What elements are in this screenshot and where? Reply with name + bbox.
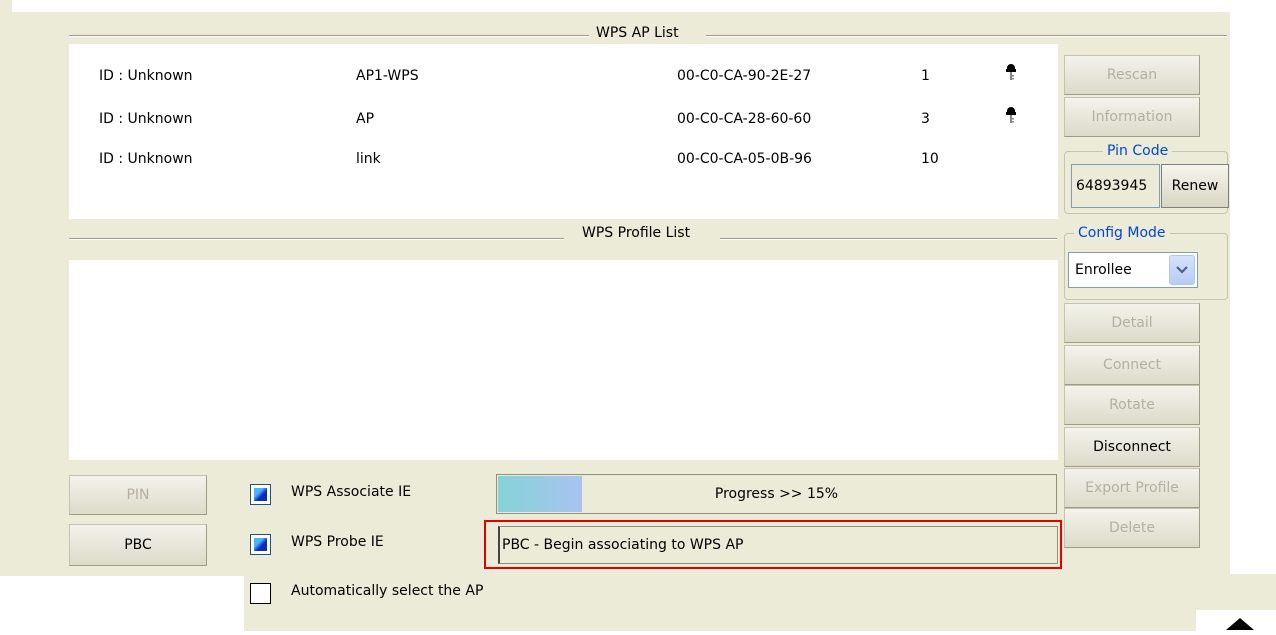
ap-ssid: link <box>356 151 381 167</box>
disconnect-button[interactable]: Disconnect <box>1064 427 1200 467</box>
pin-code-field[interactable]: 64893945 <box>1071 164 1160 208</box>
ap-id: ID : Unknown <box>99 68 193 84</box>
ap-channel: 1 <box>921 68 930 84</box>
wps-associate-ie-label: WPS Associate IE <box>291 484 412 500</box>
status-highlight: PBC - Begin associating to WPS AP <box>484 520 1062 569</box>
auto-select-ap-checkbox[interactable] <box>250 583 271 604</box>
wps-probe-ie-checkbox[interactable] <box>250 534 271 555</box>
ap-id: ID : Unknown <box>99 111 193 127</box>
auto-select-ap-label: Automatically select the AP <box>291 583 484 599</box>
detail-button[interactable]: Detail <box>1064 303 1200 343</box>
ap-row[interactable]: ID : Unknown AP 00-C0-CA-28-60-60 3 <box>69 107 1058 129</box>
chevron-down-icon[interactable] <box>1169 255 1195 285</box>
triangle-up-icon[interactable] <box>1196 610 1276 631</box>
profile-list-title: WPS Profile List <box>576 224 697 242</box>
profile-list-divider-right <box>720 238 1057 240</box>
scroll-up-tab[interactable] <box>1196 610 1276 631</box>
ap-bssid: 00-C0-CA-28-60-60 <box>677 111 812 127</box>
ap-channel: 3 <box>921 111 930 127</box>
config-mode-legend: Config Mode <box>1074 225 1170 241</box>
ap-bssid: 00-C0-CA-05-0B-96 <box>677 151 812 167</box>
export-profile-button[interactable]: Export Profile <box>1064 468 1200 508</box>
profile-list[interactable] <box>69 260 1058 460</box>
rescan-button[interactable]: Rescan <box>1064 55 1200 95</box>
ap-row[interactable]: ID : Unknown link 00-C0-CA-05-0B-96 10 <box>69 149 1058 169</box>
ap-list[interactable]: ID : Unknown AP1-WPS 00-C0-CA-90-2E-27 1… <box>69 44 1058 219</box>
ap-channel: 10 <box>921 151 939 167</box>
pbc-button[interactable]: PBC <box>69 524 207 566</box>
config-mode-value: Enrollee <box>1075 262 1132 278</box>
wps-probe-ie-label: WPS Probe IE <box>291 534 384 550</box>
status-message: PBC - Begin associating to WPS AP <box>498 526 1058 564</box>
wps-panel: WPS AP List ID : Unknown AP1-WPS 00-C0-C… <box>0 0 1276 631</box>
pin-button[interactable]: PIN <box>69 475 207 515</box>
ap-id: ID : Unknown <box>99 151 193 167</box>
wps-associate-ie-checkbox[interactable] <box>250 484 271 505</box>
connect-button[interactable]: Connect <box>1064 345 1200 385</box>
renew-button[interactable]: Renew <box>1161 164 1229 208</box>
information-button[interactable]: Information <box>1064 97 1200 137</box>
ap-list-divider-right <box>706 35 1227 37</box>
pin-code-legend: Pin Code <box>1103 143 1173 159</box>
ap-row[interactable]: ID : Unknown AP1-WPS 00-C0-CA-90-2E-27 1 <box>69 64 1058 86</box>
rotate-button[interactable]: Rotate <box>1064 385 1200 425</box>
config-mode-select[interactable]: Enrollee <box>1068 252 1198 288</box>
ap-ssid: AP1-WPS <box>356 68 419 84</box>
ap-ssid: AP <box>356 111 375 127</box>
key-icon <box>1006 107 1016 123</box>
profile-list-divider-left <box>69 238 564 240</box>
key-icon <box>1006 64 1016 80</box>
ap-list-title: WPS AP List <box>590 24 685 42</box>
progress-bar: Progress >> 15% <box>496 474 1057 514</box>
progress-text: Progress >> 15% <box>714 486 839 502</box>
ap-list-divider-left <box>69 35 589 37</box>
delete-button[interactable]: Delete <box>1064 508 1200 548</box>
panel-edge <box>0 0 12 576</box>
ap-bssid: 00-C0-CA-90-2E-27 <box>677 68 812 84</box>
